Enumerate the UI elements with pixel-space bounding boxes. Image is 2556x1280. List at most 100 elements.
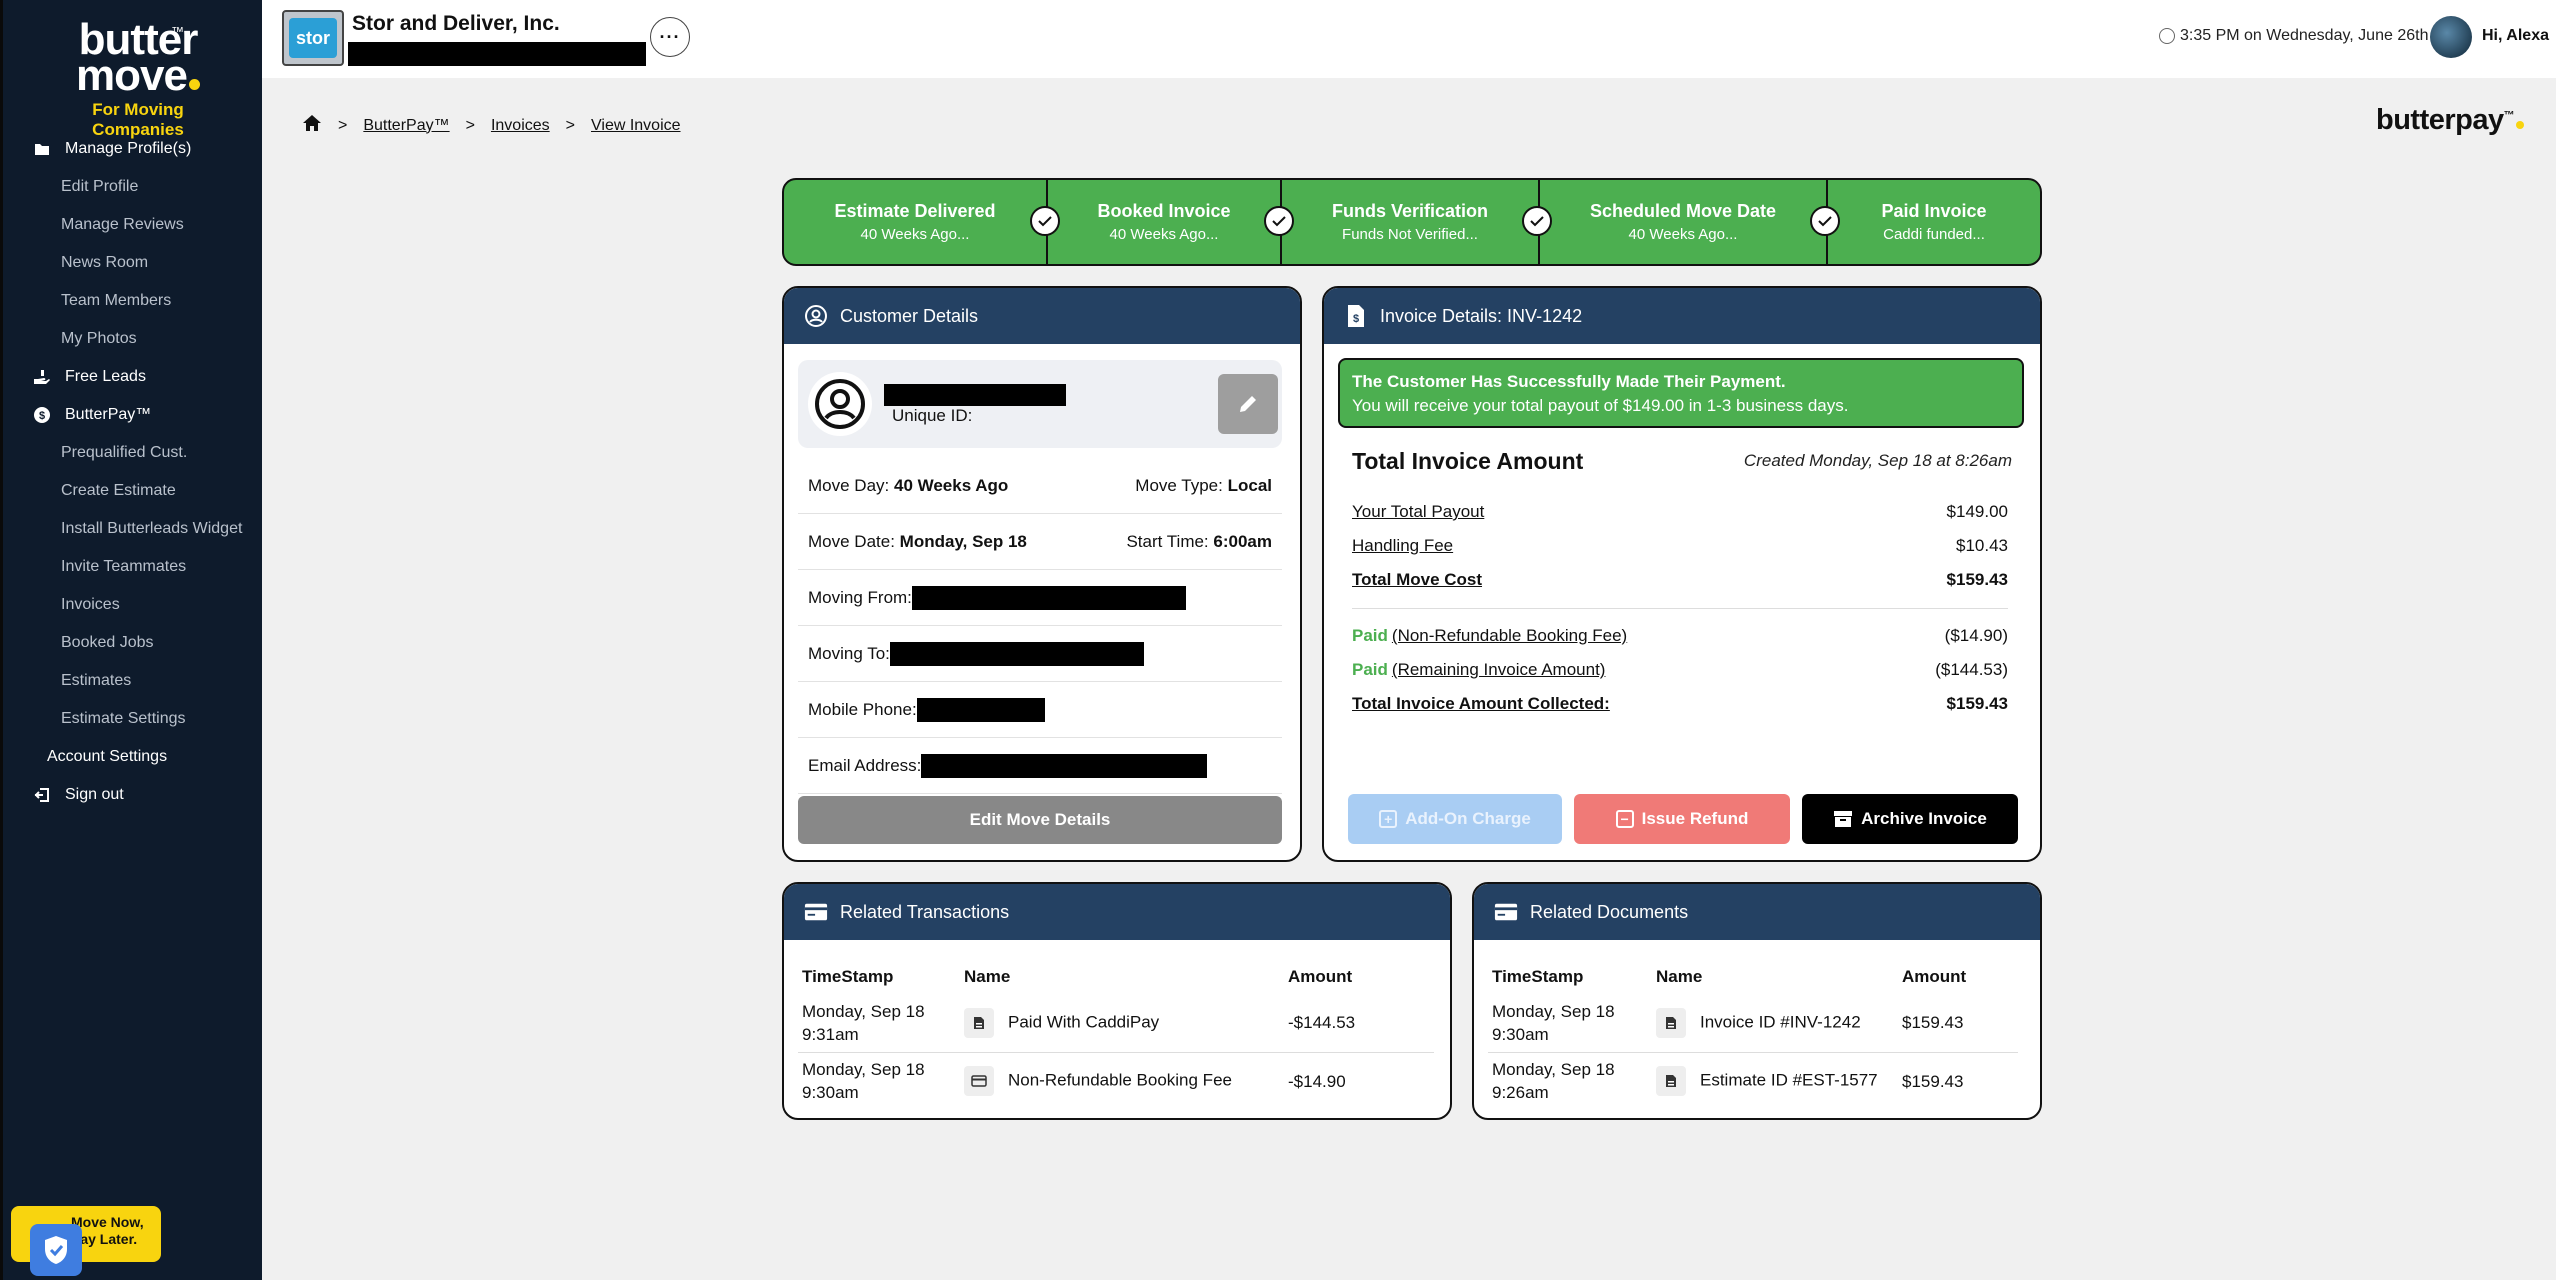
credit-card-icon [1494, 900, 1518, 924]
sidebar-item-estimate-settings[interactable]: Estimate Settings [3, 700, 265, 738]
check-icon [1522, 206, 1552, 236]
move-date-row: Move Date: Monday, Sep 18 Start Time: 6:… [798, 514, 1282, 570]
customer-details-card: Customer Details Unique ID: Move Day: 40… [782, 286, 1302, 862]
invoice-details-header: $ Invoice Details: INV-1242 [1324, 288, 2040, 344]
card-title: Customer Details [840, 305, 979, 326]
breadcrumb-invoices[interactable]: Invoices [491, 117, 550, 135]
moving-to-row: Moving To: [798, 626, 1282, 682]
sidebar-item-estimates[interactable]: Estimates [3, 662, 265, 700]
move-day-row: Move Day: 40 Weeks Ago Move Type: Local [798, 458, 1282, 514]
sidebar-item-free-leads[interactable]: Free Leads [3, 358, 265, 396]
promo-line-2: Pay Later. [71, 1231, 138, 1247]
table-row[interactable]: Monday, Sep 18 9:30am Invoice ID #INV-124… [1488, 994, 2018, 1052]
table-row[interactable]: Monday, Sep 18 9:26am Estimate ID #EST-15… [1488, 1051, 2018, 1110]
company-logo-text: stor [289, 18, 337, 58]
related-documents-header: Related Documents [1474, 884, 2040, 940]
sidebar-item-account-settings[interactable]: Account Settings [3, 738, 265, 776]
sidebar-nav: Manage Profile(s) Edit Profile Manage Re… [3, 130, 265, 814]
sidebar-item-invoices[interactable]: Invoices [3, 586, 265, 624]
breadcrumb-butterpay[interactable]: ButterPay™ [363, 117, 449, 135]
sign-out-icon [33, 786, 51, 804]
card-title: Related Transactions [840, 901, 1010, 922]
sidebar-item-label: Sign out [65, 786, 124, 803]
sidebar-item-booked-jobs[interactable]: Booked Jobs [3, 624, 265, 662]
redacted-moving-from [911, 585, 1186, 610]
payment-success-banner: The Customer Has Successfully Made Their… [1338, 358, 2024, 428]
sidebar-item-create-estimate[interactable]: Create Estimate [3, 472, 265, 510]
sidebar-item-sign-out[interactable]: Sign out [3, 776, 265, 814]
transactions-table: TimeStamp Name Amount Monday, Sep 18 9:31… [798, 960, 1434, 1110]
card-title: Invoice Details: INV-1242 [1380, 305, 1583, 326]
user-circle-icon [808, 372, 872, 436]
logo-tm: ™ [171, 24, 184, 39]
moving-from-row: Moving From: [798, 570, 1282, 626]
step-estimate-delivered: Estimate Delivered 40 Weeks Ago... [834, 201, 996, 243]
sidebar-item-news-room[interactable]: News Room [3, 244, 265, 282]
redacted-moving-to [889, 641, 1144, 666]
breadcrumb-view-invoice[interactable]: View Invoice [591, 117, 681, 135]
redacted-customer-name [884, 384, 1066, 406]
add-on-charge-button[interactable]: + Add-On Charge [1348, 794, 1562, 844]
user-circle-icon [804, 304, 828, 328]
divider [1352, 608, 2008, 609]
issue-refund-button[interactable]: − Issue Refund [1574, 794, 1790, 844]
folder-icon [33, 140, 51, 158]
step-paid-invoice: Paid Invoice Caddi funded... [1826, 180, 2040, 264]
breadcrumb: > ButterPay™ > Invoices > View Invoice [302, 114, 681, 137]
more-options-button[interactable]: ··· [650, 17, 690, 57]
archive-invoice-button[interactable]: Archive Invoice [1802, 794, 2018, 844]
check-icon [1030, 206, 1060, 236]
edit-customer-button[interactable] [1218, 374, 1278, 434]
column-header: TimeStamp [1492, 967, 1584, 986]
user-greeting[interactable]: Hi, Alexa [2482, 27, 2549, 45]
edit-move-details-button[interactable]: Edit Move Details [798, 796, 1282, 844]
related-documents-card: Related Documents TimeStamp Name Amount … [1472, 882, 2042, 1120]
current-datetime: 3:35 PM on Wednesday, June 26th [2159, 27, 2428, 45]
sidebar-item-invite-teammates[interactable]: Invite Teammates [3, 548, 265, 586]
handling-fee-link[interactable]: Handling Fee [1352, 536, 1453, 556]
line-total-collected: Total Invoice Amount Collected: $159.43 [1352, 694, 2008, 713]
check-icon [1264, 206, 1294, 236]
company-name: Stor and Deliver, Inc. [352, 12, 560, 35]
check-icon [1810, 206, 1840, 236]
sidebar-item-manage-profiles[interactable]: Manage Profile(s) [3, 130, 265, 168]
hand-icon [33, 368, 51, 386]
total-payout-link[interactable]: Your Total Payout [1352, 502, 1484, 522]
documents-table: TimeStamp Name Amount Monday, Sep 18 9:30… [1488, 960, 2018, 1110]
sidebar-item-butterpay[interactable]: $ ButterPay™ [3, 396, 265, 434]
line-paid-remaining: Paid (Remaining Invoice Amount) ($144.53) [1352, 660, 2008, 679]
related-transactions-header: Related Transactions [784, 884, 1450, 940]
home-icon[interactable] [302, 114, 322, 137]
unique-id-label: Unique ID: [892, 406, 973, 425]
sidebar-item-label: ButterPay™ [65, 406, 152, 423]
invoice-created-date: Created Monday, Sep 18 at 8:26am [1743, 451, 2012, 470]
company-logo[interactable]: stor [282, 10, 344, 66]
invoice-details-card: $ Invoice Details: INV-1242 The Customer… [1322, 286, 2042, 862]
column-header: Name [1656, 967, 1703, 986]
promo-line-1: Move Now, [71, 1214, 144, 1230]
sidebar-item-install-widget[interactable]: Install Butterleads Widget [3, 510, 265, 548]
table-row[interactable]: Monday, Sep 18 9:30am Non-Refundable Book… [798, 1051, 1434, 1110]
sidebar-item-my-photos[interactable]: My Photos [3, 320, 265, 358]
buttermove-logo[interactable]: butter ™ move For Moving Companies [53, 18, 223, 140]
sidebar-item-prequalified[interactable]: Prequalified Cust. [3, 434, 265, 472]
redacted-company-address [348, 42, 646, 66]
table-row[interactable]: Monday, Sep 18 9:31am Paid With CaddiPay … [798, 994, 1434, 1052]
chevron-right-icon: > [565, 116, 575, 134]
step-booked-invoice: Booked Invoice 40 Weeks Ago... [1046, 180, 1280, 264]
credit-card-icon [964, 1066, 994, 1097]
column-header: Name [964, 967, 1011, 986]
sidebar-item-manage-reviews[interactable]: Manage Reviews [3, 206, 265, 244]
sidebar-item-team-members[interactable]: Team Members [3, 282, 265, 320]
shield-icon[interactable] [30, 1224, 82, 1276]
document-icon [1656, 1066, 1686, 1097]
step-scheduled-move-date: Scheduled Move Date 40 Weeks Ago... [1538, 180, 1826, 264]
line-total-move-cost: Total Move Cost $159.43 [1352, 570, 2008, 589]
datetime-text: 3:35 PM on Wednesday, June 26th [2180, 27, 2429, 44]
clock-icon [2159, 28, 2175, 44]
sidebar-item-label: Manage Profile(s) [65, 140, 192, 157]
sidebar-item-edit-profile[interactable]: Edit Profile [3, 168, 265, 206]
user-avatar[interactable] [2430, 16, 2472, 58]
document-icon [1656, 1007, 1686, 1038]
line-handling-fee: Handling Fee $10.43 [1352, 536, 2008, 556]
